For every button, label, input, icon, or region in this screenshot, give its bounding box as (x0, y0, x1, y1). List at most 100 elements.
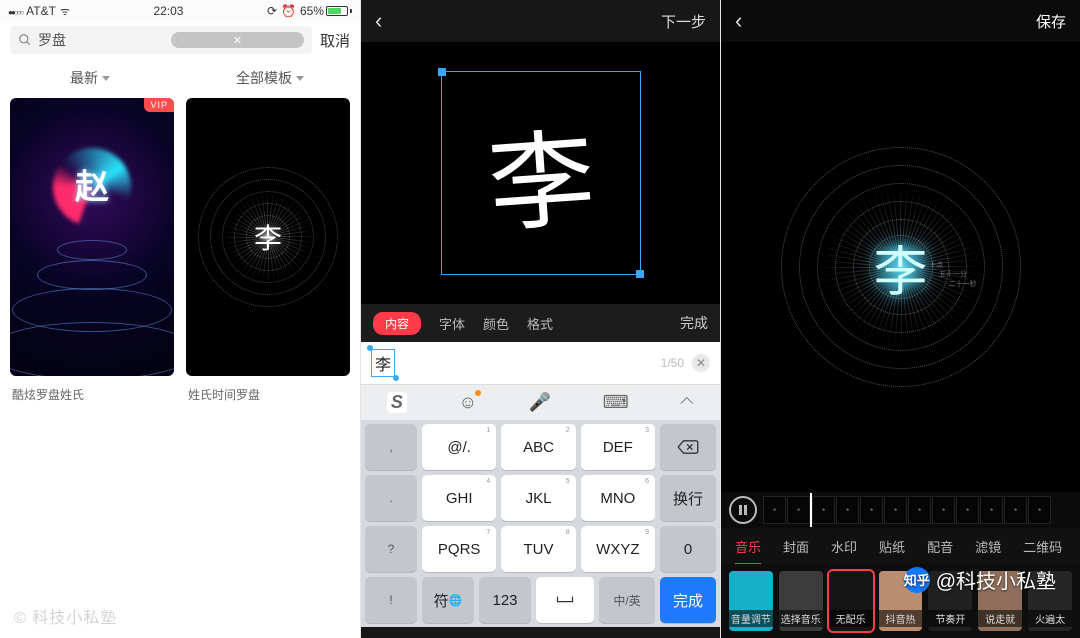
key[interactable]: 完成 (660, 577, 716, 623)
search-row: 罗盘 ✕ 取消 (0, 22, 360, 58)
edit-canvas[interactable]: 李 (361, 42, 720, 304)
timeline-frame[interactable]: • (860, 496, 883, 524)
edit-text-screen: ‹ 下一步 李 内容 字体 颜色 格式 完成 李 1/50 ✕ S ☺ 🎤 ⌨ … (360, 0, 720, 638)
key[interactable]: PQRS7 (422, 526, 496, 572)
option-tab[interactable]: 封面 (783, 537, 809, 556)
key[interactable]: WXYZ9 (581, 526, 655, 572)
preview-canvas[interactable]: 十点 五十一分 二十一秒 李 (721, 42, 1080, 492)
timeline-frame[interactable]: • (763, 496, 786, 524)
timeline-frame[interactable]: • (1028, 496, 1051, 524)
wifi-icon: ᯤ (60, 4, 70, 19)
timeline-frame[interactable]: • (787, 496, 810, 524)
zhihu-watermark: 知乎 @科技小私塾 (904, 565, 1056, 594)
key[interactable]: 0 (660, 526, 716, 572)
timeline-frames[interactable]: •••••••••••• (763, 493, 1072, 527)
option-tab[interactable]: 二维码 (1023, 537, 1062, 556)
option-tab[interactable]: 滤镜 (975, 537, 1001, 556)
timeline-frame[interactable]: • (812, 496, 835, 524)
key[interactable]: MNO6 (581, 475, 655, 521)
copyright-watermark: © 科技小私塾 (14, 604, 117, 628)
tab-content[interactable]: 内容 (373, 312, 421, 335)
key[interactable]: @/.1 (422, 424, 496, 470)
timeline-frame[interactable]: • (932, 496, 955, 524)
key[interactable]: 123 (479, 577, 531, 623)
key[interactable]: . (365, 475, 417, 521)
option-tab[interactable]: 贴纸 (879, 537, 905, 556)
clear-icon[interactable]: ✕ (171, 32, 304, 48)
template-thumb: VIP 赵 (10, 98, 174, 376)
timeline-frame[interactable]: • (956, 496, 979, 524)
sogou-icon[interactable]: S (387, 392, 407, 413)
pause-button[interactable] (729, 496, 757, 524)
signal-icon (8, 4, 22, 18)
cancel-button[interactable]: 取消 (320, 30, 350, 51)
filter-newest[interactable]: 最新 (0, 58, 180, 98)
key[interactable]: , (365, 424, 417, 470)
text-input[interactable]: 李 (371, 349, 395, 377)
char-counter: 1/50 (661, 356, 684, 370)
chevron-down-icon (102, 76, 110, 81)
key[interactable]: JKL5 (501, 475, 575, 521)
tab-format[interactable]: 格式 (527, 314, 553, 333)
template-thumb: 李 (186, 98, 350, 376)
timeline-frame[interactable]: • (1004, 496, 1027, 524)
key[interactable]: TUV8 (501, 526, 575, 572)
character-display: 李 (482, 92, 598, 253)
key[interactable]: ! (365, 577, 417, 623)
timeline-frame[interactable]: • (884, 496, 907, 524)
next-button[interactable]: 下一步 (661, 11, 706, 32)
music-item[interactable]: 音量调节 (729, 571, 773, 631)
template-card[interactable]: 李 姓氏时间罗盘 (186, 98, 350, 413)
template-caption: 酷炫罗盘姓氏 (10, 376, 174, 413)
tab-color[interactable]: 颜色 (483, 314, 509, 333)
keyboard-switch-icon[interactable]: ⌨ (603, 392, 629, 413)
key[interactable]: 符 🌐 (422, 577, 474, 623)
search-screen: AT&T ᯤ 22:03 ⟳ ⏰ 65% 罗盘 ✕ 取消 最新 全部模板 VIP (0, 0, 360, 638)
text-input-row: 李 1/50 ✕ (361, 342, 720, 384)
portrait-lock-icon: ⟳ (267, 4, 277, 18)
timeline-frame[interactable]: • (980, 496, 1003, 524)
timeline-frame[interactable]: • (908, 496, 931, 524)
option-tab[interactable]: 音乐 (735, 537, 761, 556)
done-button[interactable]: 完成 (680, 313, 708, 333)
key[interactable]: GHI4 (422, 475, 496, 521)
key[interactable]: ABC2 (501, 424, 575, 470)
battery-indicator: 65% (300, 4, 352, 18)
clear-input-icon[interactable]: ✕ (692, 354, 710, 372)
header: ‹ 保存 (721, 0, 1080, 42)
option-tab[interactable]: 水印 (831, 537, 857, 556)
filter-all-templates[interactable]: 全部模板 (180, 58, 360, 98)
key[interactable] (660, 424, 716, 470)
compass-graphic: 十点 五十一分 二十一秒 李 (781, 147, 1021, 387)
key[interactable]: 换行 (660, 475, 716, 521)
key[interactable]: DEF3 (581, 424, 655, 470)
edit-tabs: 内容 字体 颜色 格式 完成 (361, 304, 720, 342)
emoji-icon[interactable]: ☺ (459, 392, 477, 413)
status-bar: AT&T ᯤ 22:03 ⟳ ⏰ 65% (0, 0, 360, 22)
search-input[interactable]: 罗盘 ✕ (10, 26, 312, 54)
template-grid: VIP 赵 酷炫罗盘姓氏 李 姓氏时间罗盘 (0, 98, 360, 413)
template-card[interactable]: VIP 赵 酷炫罗盘姓氏 (10, 98, 174, 413)
voice-icon[interactable]: 🎤 (529, 392, 551, 413)
option-tab[interactable]: 配音 (927, 537, 953, 556)
music-item[interactable]: 无配乐 (829, 571, 873, 631)
search-text: 罗盘 (38, 30, 171, 50)
key[interactable]: 中/英 (599, 577, 655, 623)
key[interactable]: ? (365, 526, 417, 572)
alarm-icon: ⏰ (281, 4, 296, 18)
template-caption: 姓氏时间罗盘 (186, 376, 350, 413)
clock: 22:03 (153, 4, 183, 18)
back-icon[interactable]: ‹ (375, 10, 382, 32)
compass-graphic: 李 (198, 167, 338, 307)
timeline-frame[interactable]: • (836, 496, 859, 524)
music-item[interactable]: 选择音乐 (779, 571, 823, 631)
key[interactable] (536, 577, 594, 623)
tab-font[interactable]: 字体 (439, 314, 465, 333)
search-icon (18, 33, 32, 47)
back-icon[interactable]: ‹ (735, 10, 742, 32)
header: ‹ 下一步 (361, 0, 720, 42)
save-button[interactable]: 保存 (1036, 11, 1066, 32)
dismiss-keyboard-icon[interactable]: ⌵ (680, 392, 694, 413)
chevron-down-icon (296, 76, 304, 81)
text-selection-box[interactable]: 李 (441, 71, 641, 275)
